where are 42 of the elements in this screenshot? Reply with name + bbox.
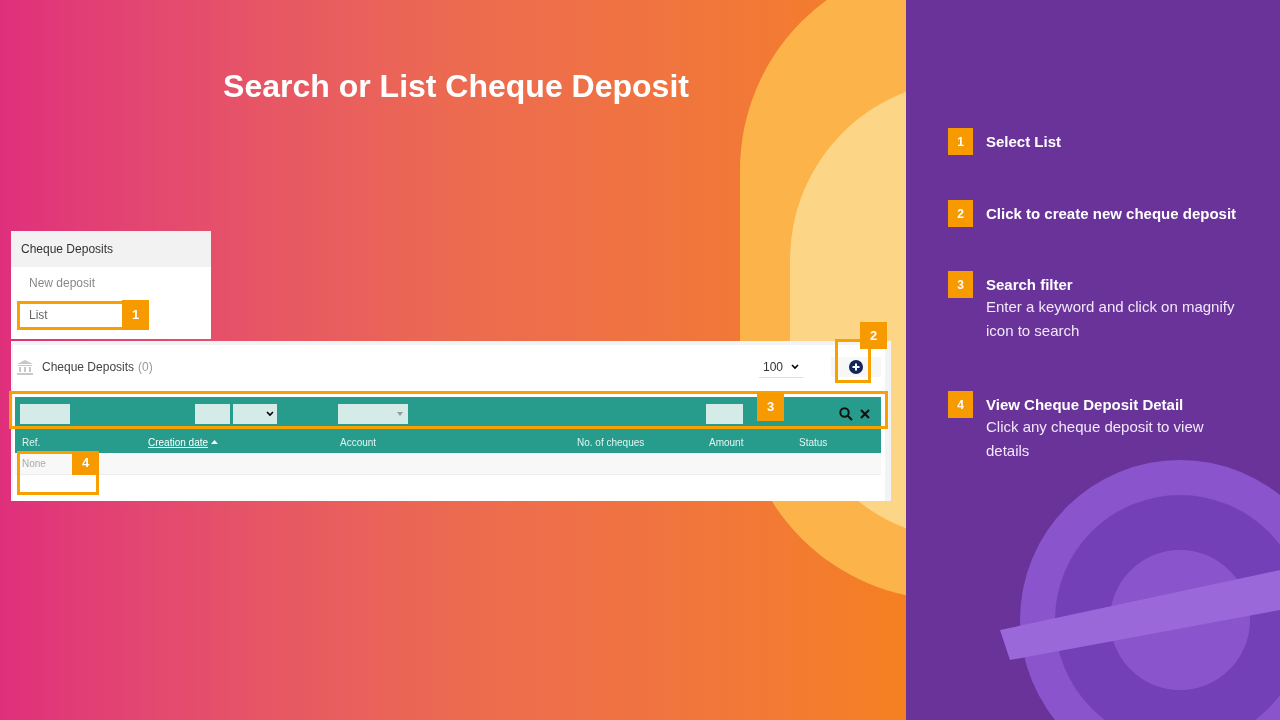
record-count: (0) xyxy=(138,359,153,376)
bank-icon xyxy=(17,359,33,375)
panel-title: Cheque Deposits xyxy=(42,359,135,376)
account-filter-select[interactable] xyxy=(338,404,408,424)
menu-item[interactable]: New deposit xyxy=(11,267,211,299)
step-title: Select List xyxy=(986,132,1063,152)
step-number: 3 xyxy=(948,271,973,298)
amount-filter-field[interactable] xyxy=(706,404,743,424)
sort-up-icon xyxy=(211,440,219,444)
date-operator-select[interactable] xyxy=(233,404,277,424)
step-description: Click any cheque deposit to view details xyxy=(986,417,1205,461)
column-header[interactable]: Amount xyxy=(709,434,744,450)
empty-message: None xyxy=(22,457,46,471)
slide-title: Search or List Cheque Deposit xyxy=(222,67,690,106)
ref-filter-field[interactable] xyxy=(20,404,70,424)
callout-number: 1 xyxy=(122,300,149,330)
column-header[interactable]: Ref. xyxy=(22,434,41,450)
step-number: 2 xyxy=(948,200,973,227)
clear-button[interactable] xyxy=(859,408,871,420)
step-title: View Cheque Deposit Detail xyxy=(986,395,1185,415)
step-number: 4 xyxy=(948,391,973,418)
chevron-down-icon xyxy=(266,411,274,417)
menu-heading: Cheque Deposits xyxy=(11,231,211,267)
callout-number: 4 xyxy=(72,451,99,475)
step-title: Click to create new cheque deposit xyxy=(986,204,1238,224)
column-header[interactable]: Account xyxy=(340,434,377,450)
chevron-down-icon xyxy=(791,363,799,370)
step-description: Enter a keyword and click on magnify icon to search xyxy=(986,297,1236,341)
search-icon xyxy=(839,407,853,421)
step-title: Search filter xyxy=(986,275,1074,295)
step-number: 1 xyxy=(948,128,973,155)
column-header[interactable]: Creation date xyxy=(148,434,219,450)
triangle-down-icon xyxy=(397,412,403,416)
plus-circle-icon xyxy=(849,360,863,374)
date-filter-field[interactable] xyxy=(195,404,230,424)
search-button[interactable] xyxy=(839,407,853,421)
page-size-select[interactable]: 100 xyxy=(758,356,803,378)
callout-number: 2 xyxy=(860,322,887,349)
close-icon xyxy=(859,408,871,420)
callout-number: 3 xyxy=(757,393,784,421)
column-header[interactable]: No. of cheques xyxy=(577,434,645,450)
column-header[interactable]: Status xyxy=(799,434,828,450)
